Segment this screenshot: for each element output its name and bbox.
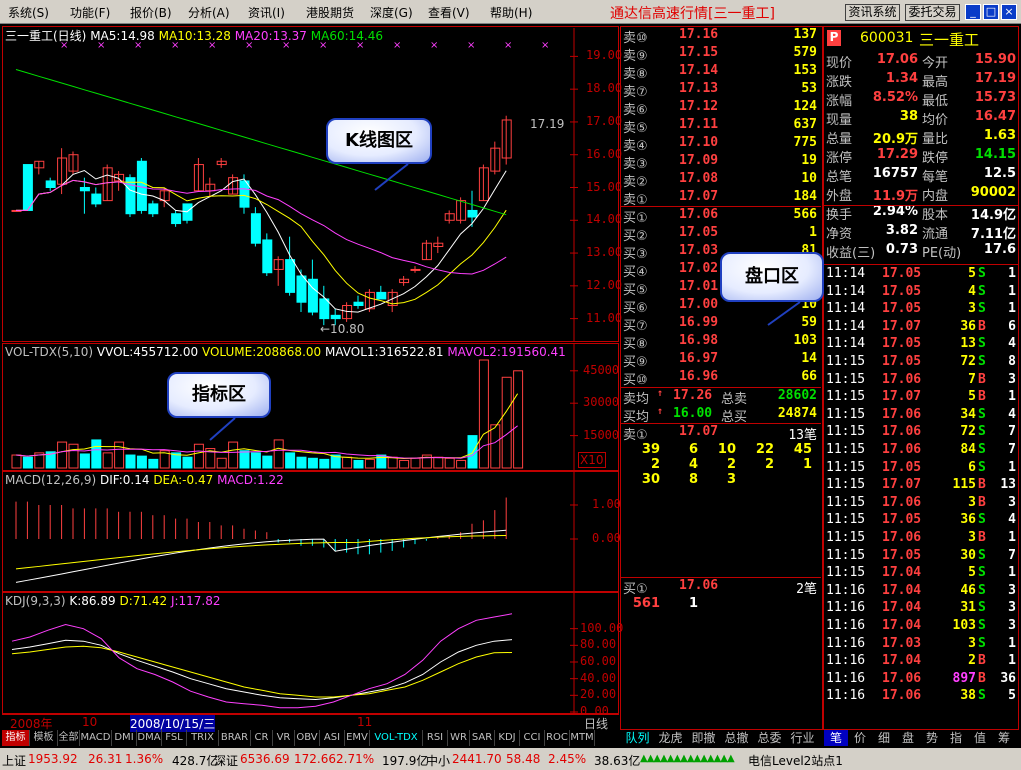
vol-ytick-label: 15000 (583, 427, 620, 442)
kdj-ytick-label: 20.00 (580, 687, 617, 702)
callout-pointers (209, 163, 801, 441)
macd-ytick-label: 1.00 (592, 497, 621, 511)
kline-ytick-label: 15.00 (586, 179, 623, 194)
kdj-ytick-label: 40.00 (580, 670, 617, 685)
vol-ytick-label: 30000 (583, 395, 620, 410)
kline-ytick-label: 14.00 (586, 212, 623, 227)
kdj-ytick-label: 80.00 (580, 637, 617, 652)
app-window: 系统(S) 功能(F) 报价(B) 分析(A) 资讯(I) 港股期货 深度(G)… (0, 0, 1021, 770)
kdj-ytick-label: 100.00 (580, 620, 624, 635)
kline-ytick-label: 17.00 (586, 113, 623, 128)
kline-ytick-label: 19.00 (586, 48, 623, 63)
vol-ytick-label: 45000 (583, 362, 620, 377)
kline-ytick-label: 13.00 (586, 245, 623, 260)
kline-ytick-label: 16.00 (586, 146, 623, 161)
kline-ytick-label: 12.00 (586, 277, 623, 292)
kdj-ytick-label: 0.00 (580, 704, 609, 718)
kline-ytick-label: 18.00 (586, 81, 623, 96)
kdj-ytick-label: 60.00 (580, 654, 617, 668)
kline-ytick-label: 11.00 (586, 310, 623, 325)
macd-ytick-label: 0.00 (592, 531, 621, 545)
